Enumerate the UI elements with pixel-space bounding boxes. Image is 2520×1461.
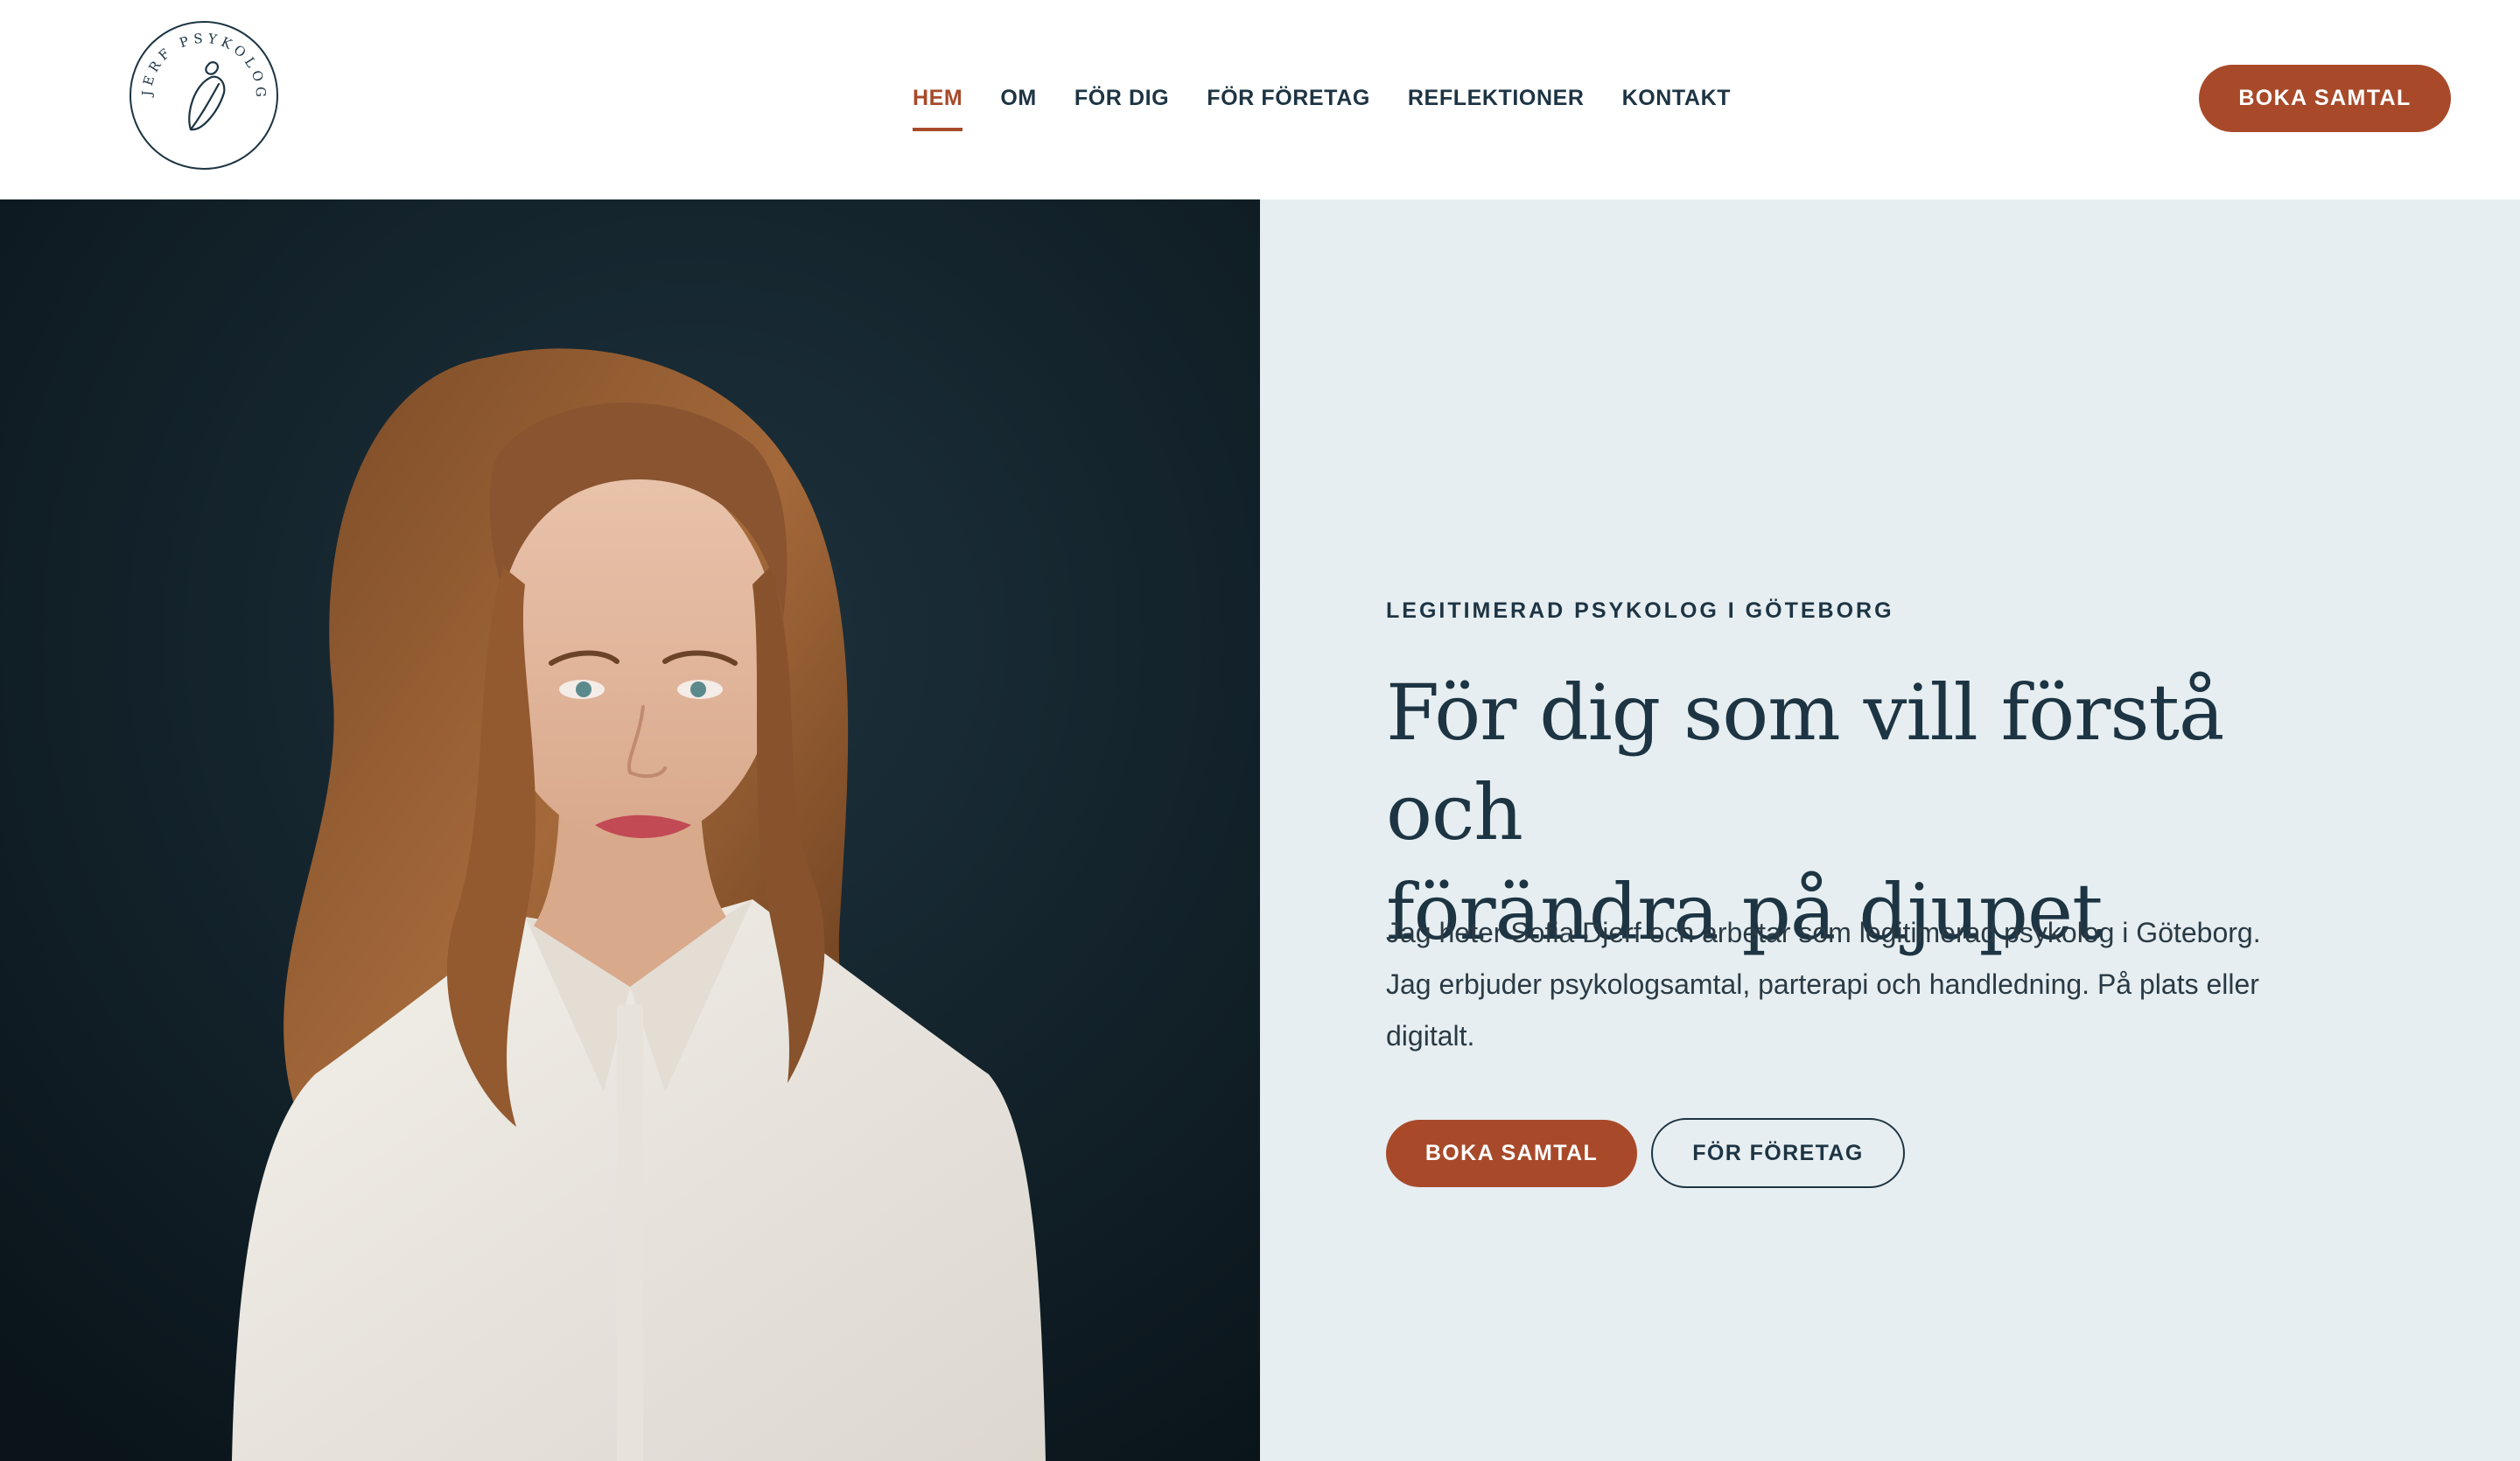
nav-item-reflektioner[interactable]: REFLEKTIONER (1408, 80, 1585, 111)
nav-item-om[interactable]: OM (1000, 80, 1036, 111)
nav-item-hem[interactable]: HEM (913, 80, 963, 131)
nav-item-kontakt[interactable]: KONTAKT (1622, 80, 1732, 111)
hero-eyebrow: LEGITIMERAD PSYKOLOG I GÖTEBORG (1386, 598, 1894, 623)
hero-intro-line1: Jag heter Sofia Djerf och arbetar som le… (1386, 917, 2261, 948)
main-nav: HEM OM FÖR DIG FÖR FÖRETAG REFLEKTIONER … (913, 80, 1731, 133)
hero-intro-line2: Jag erbjuder psykologsamtal, parterapi o… (1386, 968, 2259, 1000)
portrait-photo (0, 199, 1260, 1461)
hero-headline-line1: För dig som vill förstå och (1386, 668, 2224, 857)
header-book-button[interactable]: BOKA SAMTAL (2199, 65, 2451, 132)
logo[interactable]: DJERF PSYKOLOGI (128, 19, 280, 171)
portrait-illustration (0, 199, 1260, 1461)
hero-intro-line3: digitalt. (1386, 1020, 1475, 1052)
site-header: DJERF PSYKOLOGI HEM OM FÖR DIG FÖR FÖRET… (0, 0, 2520, 199)
logo-mark-icon: DJERF PSYKOLOGI (128, 19, 278, 170)
hero-book-button[interactable]: BOKA SAMTAL (1386, 1120, 1637, 1187)
hero-intro: Jag heter Sofia Djerf och arbetar som le… (1386, 907, 2261, 1062)
hero-business-button[interactable]: FÖR FÖRETAG (1651, 1118, 1905, 1188)
nav-item-for-dig[interactable]: FÖR DIG (1074, 80, 1169, 111)
nav-item-for-foretag[interactable]: FÖR FÖRETAG (1207, 80, 1370, 111)
